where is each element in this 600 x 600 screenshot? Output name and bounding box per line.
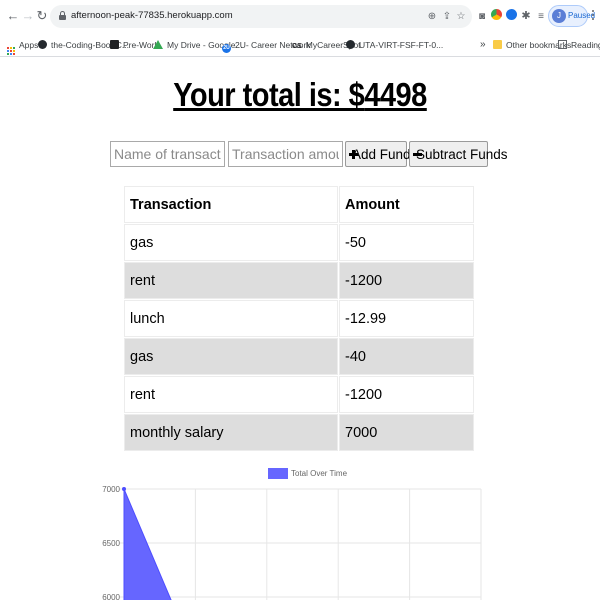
table-row: rent -1200 <box>124 376 474 413</box>
transactions-table: Transaction Amount gas -50 rent -1200 lunc… <box>123 185 475 452</box>
column-header-amount: Amount <box>339 186 474 223</box>
reload-icon[interactable]: ↻ <box>35 8 49 24</box>
2u-icon: 2U <box>222 44 231 53</box>
reading-list-icon <box>558 40 567 49</box>
color-picker-extension-icon[interactable] <box>491 9 502 20</box>
add-funds-button[interactable]: Add Funds <box>345 141 417 167</box>
total-heading: Your total is: $4498 <box>36 76 564 114</box>
subtract-funds-button[interactable]: Subtract Funds <box>409 141 508 167</box>
github-icon <box>346 40 355 49</box>
google-drive-icon <box>153 40 163 49</box>
transaction-amount: -1200 <box>339 376 474 413</box>
avatar: J <box>552 9 566 23</box>
transaction-amount: -12.99 <box>339 300 474 337</box>
vpn-extension-icon[interactable] <box>506 9 517 20</box>
y-tick-label: 6500 <box>102 539 120 548</box>
cs-icon: CS <box>292 43 302 50</box>
bookmark-pre-work[interactable]: Pre-Work <box>110 39 159 51</box>
total-amount: 4498 <box>364 76 427 113</box>
document-icon <box>110 40 119 49</box>
install-app-icon[interactable]: ⊕ <box>426 10 438 23</box>
github-icon <box>38 40 47 49</box>
series-area-total-over-time <box>123 488 172 600</box>
transaction-name: monthly salary <box>124 414 338 451</box>
column-header-transaction: Transaction <box>124 186 338 223</box>
table-row: monthly salary 7000 <box>124 414 474 451</box>
legend-label: Total Over Time <box>291 469 348 478</box>
y-tick-label: 7000 <box>102 485 120 494</box>
transaction-name: rent <box>124 262 338 299</box>
url-text: afternoon-peak-77835.herokuapp.com <box>71 10 233 21</box>
transaction-name: gas <box>124 338 338 375</box>
budget-page: Your total is: $4498 Add Funds Subtract … <box>0 58 600 600</box>
address-bar[interactable]: afternoon-peak-77835.herokuapp.com ⊕ ⇪ ☆ <box>50 5 472 28</box>
y-tick-label: 6000 <box>102 593 120 600</box>
lock-icon <box>59 11 66 20</box>
chart-canvas: 7000 6500 6000 Total Over Time <box>102 468 482 600</box>
bookmark-star-icon[interactable]: ☆ <box>455 10 467 23</box>
total-over-time-chart: 7000 6500 6000 Total Over Time <box>0 458 600 600</box>
back-arrow-icon[interactable]: ← <box>6 8 20 24</box>
bookmark-apps[interactable]: Apps <box>7 39 38 55</box>
puzzle-extensions-icon[interactable]: ✱ <box>520 10 532 23</box>
transaction-amount: -1200 <box>339 262 474 299</box>
transaction-name: gas <box>124 224 338 261</box>
reading-list-button[interactable]: Reading list <box>558 39 600 51</box>
table-row: rent -1200 <box>124 262 474 299</box>
browser-toolbar: ← → ↻ afternoon-peak-77835.herokuapp.com… <box>0 0 600 33</box>
camera-extension-icon[interactable]: ◙ <box>476 10 488 23</box>
transaction-amount: 7000 <box>339 414 474 451</box>
kebab-menu-icon[interactable] <box>592 10 595 22</box>
profile-paused-button[interactable]: J Paused <box>548 5 595 27</box>
apps-grid-icon <box>7 47 15 55</box>
table-row: lunch -12.99 <box>124 300 474 337</box>
transaction-name-input[interactable] <box>110 141 225 167</box>
bookmarks-bar: Apps the-Coding-Boot-C... Pre-Work My Dr… <box>0 33 600 57</box>
table-row: gas -40 <box>124 338 474 375</box>
legend-swatch <box>268 468 288 479</box>
transaction-amount: -50 <box>339 224 474 261</box>
bookmark-uta-virt[interactable]: UTA-VIRT-FSF-FT-0... <box>346 39 443 51</box>
folder-icon <box>493 40 502 49</box>
table-row: gas -50 <box>124 224 474 261</box>
bookmarks-overflow-icon[interactable]: » <box>480 39 486 51</box>
data-point <box>122 487 126 491</box>
reading-mode-icon[interactable]: ≡ <box>535 10 547 23</box>
share-icon[interactable]: ⇪ <box>441 10 453 23</box>
transaction-name: rent <box>124 376 338 413</box>
forward-arrow-icon[interactable]: → <box>21 8 35 24</box>
table-header-row: Transaction Amount <box>124 186 474 223</box>
transaction-amount-input[interactable] <box>228 141 343 167</box>
total-label: Your total is: $ <box>173 76 365 113</box>
transaction-name: lunch <box>124 300 338 337</box>
transaction-amount: -40 <box>339 338 474 375</box>
